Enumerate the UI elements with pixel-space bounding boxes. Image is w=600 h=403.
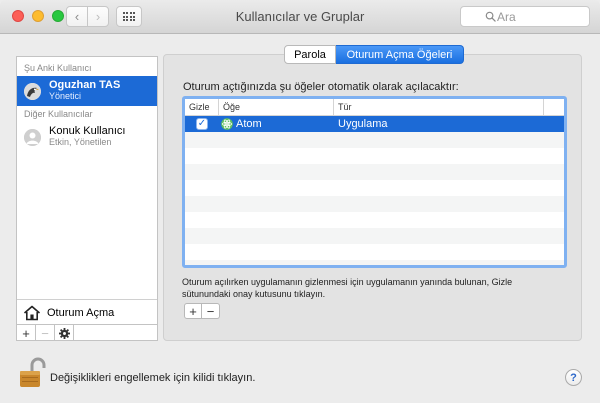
guest-user-name: Konuk Kullanıcı <box>49 125 126 137</box>
lock-icon[interactable] <box>18 357 46 389</box>
close-button[interactable] <box>12 10 24 22</box>
empty-row <box>185 132 564 148</box>
login-items-heading: Oturum açtığınızda şu öğeler otomatik ol… <box>183 81 459 93</box>
other-users-header: Diğer Kullanıcılar <box>24 109 93 119</box>
search-icon <box>485 11 496 22</box>
empty-row <box>185 148 564 164</box>
empty-row <box>185 212 564 228</box>
empty-row <box>185 228 564 244</box>
item-name: Atom <box>236 118 262 130</box>
guest-user-role: Etkin, Yönetilen <box>49 137 112 147</box>
kind-cell: Uygulama <box>338 118 388 130</box>
search-field[interactable] <box>460 6 590 27</box>
chevron-right-icon: › <box>95 9 101 24</box>
title-bar: ‹ › Kullanıcılar ve Gruplar <box>0 0 600 34</box>
login-items-table[interactable]: Gizle Öğe Tür ✓ Atom Uygulama <box>182 96 567 268</box>
tab-bar: Parola Oturum Açma Öğeleri <box>284 45 464 64</box>
column-header-item[interactable]: Öğe <box>219 99 334 115</box>
empty-row <box>185 164 564 180</box>
lock-message: Değişiklikleri engellemek için kilidi tı… <box>50 372 256 384</box>
column-header-hide[interactable]: Gizle <box>185 99 219 115</box>
help-button[interactable]: ? <box>565 369 582 386</box>
minimize-button[interactable] <box>32 10 44 22</box>
hide-cell: ✓ <box>185 118 219 130</box>
hide-checkbox[interactable]: ✓ <box>196 118 208 130</box>
empty-row <box>185 196 564 212</box>
gear-icon <box>58 327 70 339</box>
login-options-item[interactable]: Oturum Açma <box>17 299 157 325</box>
empty-row <box>185 260 564 265</box>
column-header-spacer <box>544 99 564 115</box>
house-icon <box>23 305 41 320</box>
tab-login-items[interactable]: Oturum Açma Öğeleri <box>336 45 464 64</box>
sidebar-toolbar: + − <box>17 324 157 341</box>
add-user-button[interactable]: + <box>17 325 36 341</box>
current-user-role: Yönetici <box>49 91 82 101</box>
table-header: Gizle Öğe Tür <box>185 99 564 116</box>
column-header-kind[interactable]: Tür <box>334 99 544 115</box>
current-user-header: Şu Anki Kullanıcı <box>24 63 92 73</box>
forward-button[interactable]: › <box>87 6 109 27</box>
table-rows: ✓ Atom Uygulama <box>185 116 564 265</box>
guest-avatar-icon <box>24 128 41 146</box>
add-login-item-button[interactable]: + <box>184 303 202 319</box>
eagle-avatar-icon <box>24 82 41 100</box>
table-row[interactable]: ✓ Atom Uygulama <box>185 116 564 132</box>
atom-app-icon <box>221 118 233 130</box>
search-input[interactable] <box>497 9 577 24</box>
empty-row <box>185 244 564 260</box>
action-menu-button[interactable] <box>55 325 74 341</box>
chevron-left-icon: ‹ <box>74 9 80 24</box>
login-items-buttons: + − <box>184 303 220 319</box>
checkmark-icon: ✓ <box>197 118 207 129</box>
empty-row <box>185 180 564 196</box>
grid-icon <box>122 12 136 21</box>
show-all-button[interactable] <box>116 6 142 27</box>
user-row-guest[interactable]: Konuk Kullanıcı Etkin, Yönetilen <box>17 122 157 152</box>
zoom-button[interactable] <box>52 10 64 22</box>
user-list-sidebar: Şu Anki Kullanıcı Oguzhan TAS Yönetici D… <box>16 56 158 341</box>
back-button[interactable]: ‹ <box>66 6 88 27</box>
users-groups-window: ‹ › Kullanıcılar ve Gruplar Şu Anki Kull… <box>0 0 600 403</box>
current-user-name: Oguzhan TAS <box>49 79 121 91</box>
item-cell: Atom <box>219 118 334 130</box>
login-options-label: Oturum Açma <box>47 306 115 319</box>
remove-login-item-button[interactable]: − <box>202 303 220 319</box>
remove-user-button[interactable]: − <box>36 325 55 341</box>
tab-password[interactable]: Parola <box>284 45 336 64</box>
hide-instructions: Oturum açılırken uygulamanın gizlenmesi … <box>182 277 513 299</box>
user-row-oguzhan[interactable]: Oguzhan TAS Yönetici <box>17 76 157 106</box>
